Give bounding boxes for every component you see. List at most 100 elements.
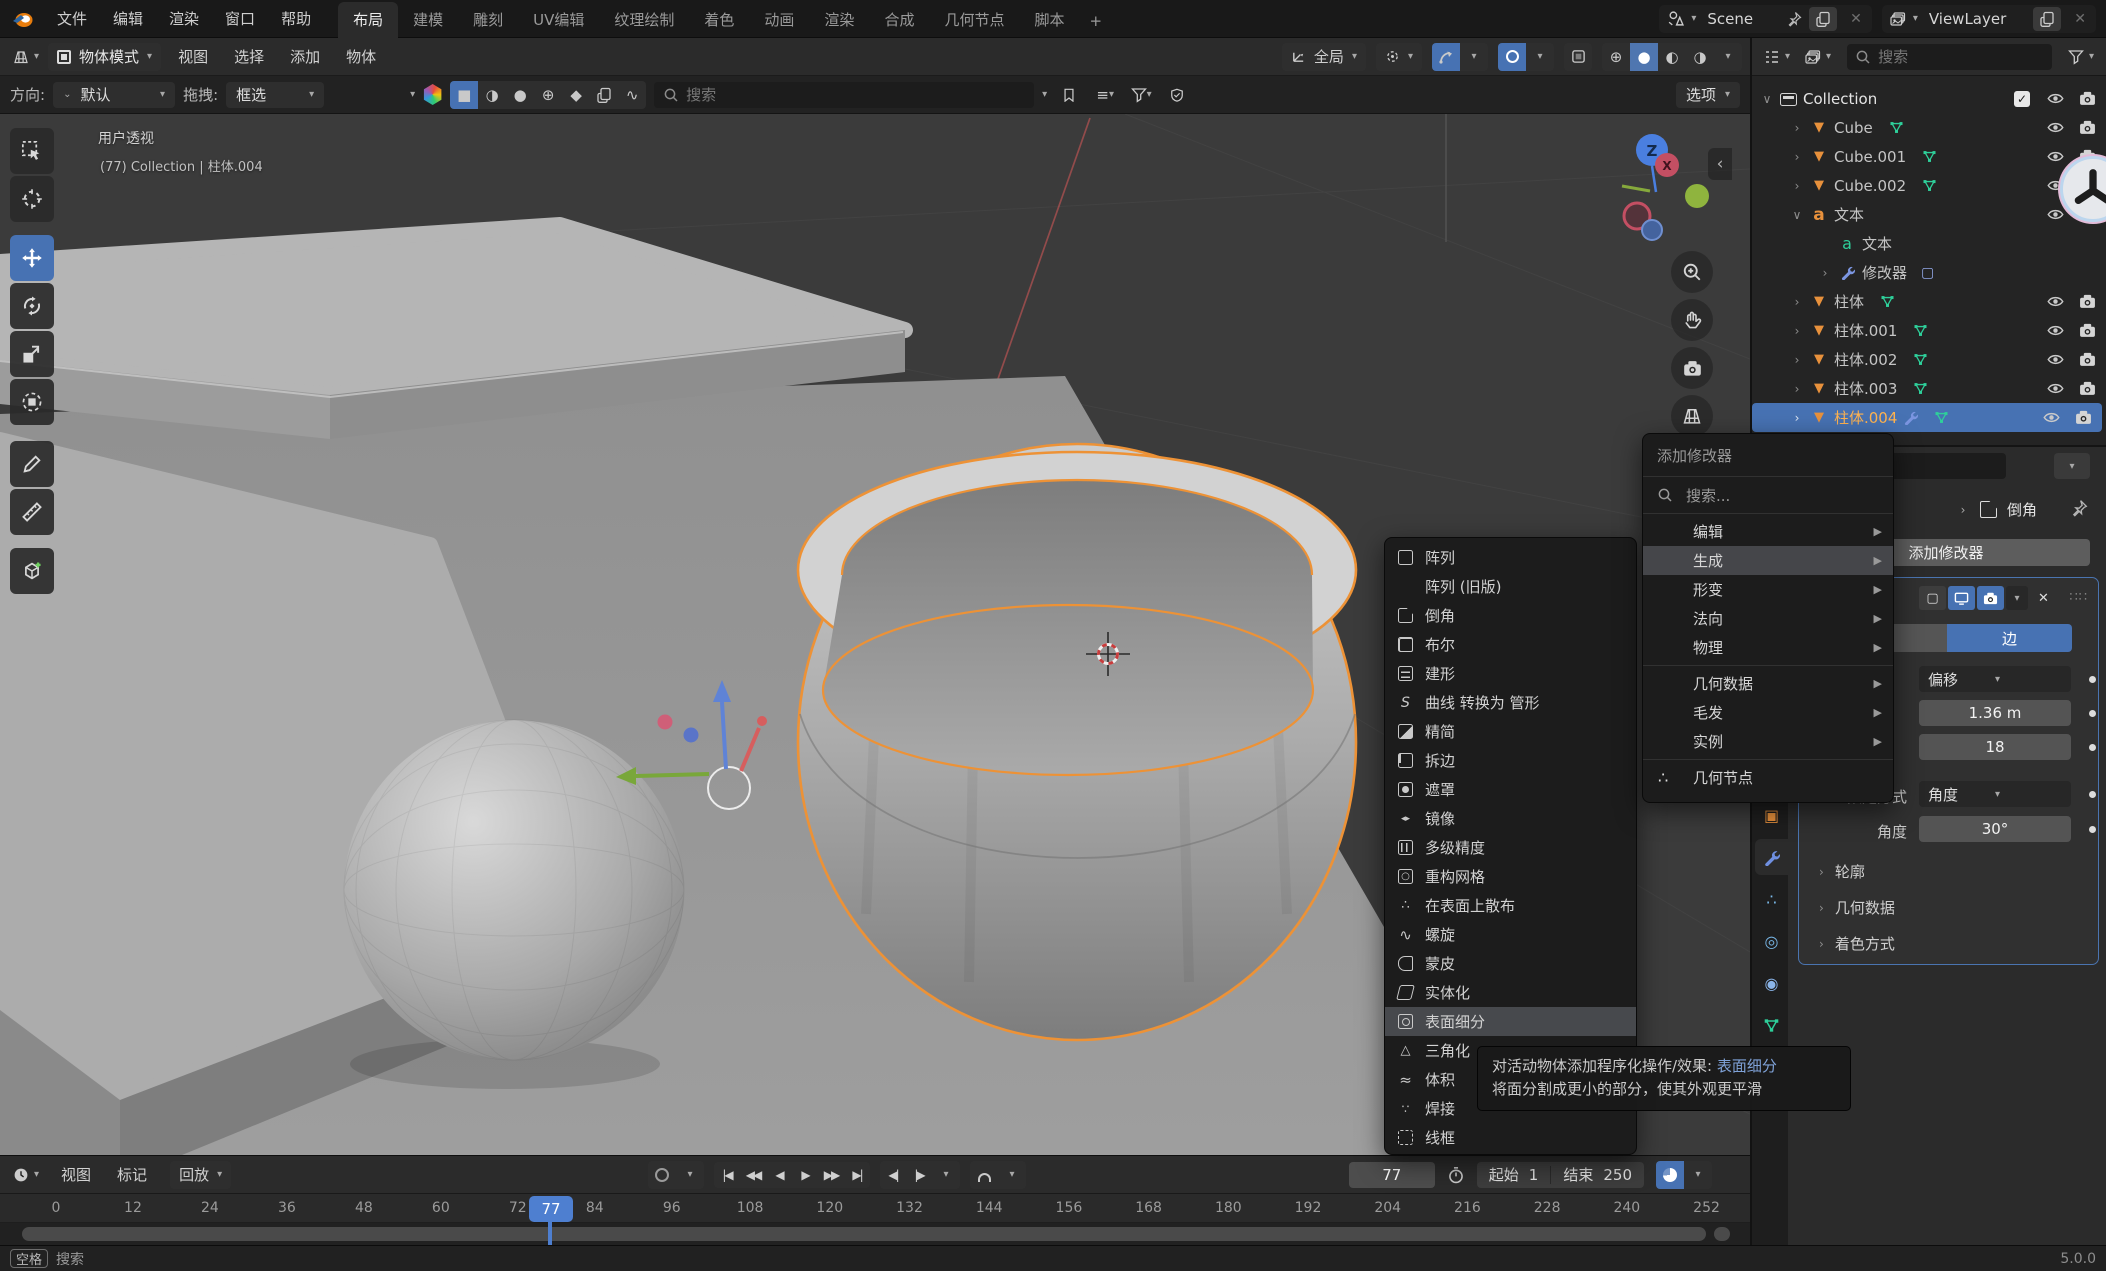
topbar-menu-item[interactable]: 窗口 bbox=[212, 4, 268, 33]
modifier-menu-item[interactable]: 表面细分 bbox=[1385, 1007, 1636, 1036]
outliner-row[interactable]: ∨ 文本 ▢ ✓ bbox=[1752, 200, 2106, 229]
collapsed-section-row[interactable]: › 几何数据 bbox=[1819, 897, 1895, 918]
toolbar-search[interactable] bbox=[654, 82, 1034, 108]
animate-dot[interactable] bbox=[2089, 744, 2096, 751]
stopwatch-icon[interactable] bbox=[1447, 1166, 1465, 1184]
modifier-menu-item[interactable]: 倒角 bbox=[1385, 601, 1636, 630]
toolbar-search-input[interactable] bbox=[686, 86, 1025, 104]
outliner-row[interactable]: › Cube ▢ ✓ bbox=[1752, 113, 2106, 142]
modifier-menu-item[interactable]: 实体化 bbox=[1385, 978, 1636, 1007]
timeline-ruler[interactable]: 0122436486072849610812013214415616818019… bbox=[0, 1194, 1750, 1223]
transform-orientation-selector[interactable]: 全局 ▾ bbox=[1282, 43, 1366, 71]
hide-eye-icon[interactable] bbox=[2047, 322, 2064, 339]
close-icon[interactable]: ✕ bbox=[2068, 11, 2092, 27]
render-camera-icon[interactable] bbox=[2079, 322, 2096, 339]
modifier-category-item[interactable]: 形变 ▶ bbox=[1643, 575, 1893, 604]
jump-to-start-button[interactable]: |◀ bbox=[714, 1162, 740, 1188]
collapsed-section-row[interactable]: › 轮廓 bbox=[1819, 861, 1865, 882]
modifier-menu-item[interactable]: 建形 bbox=[1385, 659, 1636, 688]
modifier-menu-item[interactable]: 多级精度 bbox=[1385, 833, 1636, 862]
outliner-display-mode-button[interactable]: ▾ bbox=[1759, 43, 1795, 71]
animate-dot[interactable] bbox=[2089, 710, 2096, 717]
world-globe-icon[interactable]: ⊕ bbox=[534, 81, 562, 109]
animate-dot[interactable] bbox=[2089, 826, 2096, 833]
outliner-search-input[interactable] bbox=[1878, 48, 2044, 66]
modifier-menu-item[interactable]: 螺旋 bbox=[1385, 920, 1636, 949]
snap-toggle[interactable] bbox=[1432, 43, 1460, 71]
workspace-tab[interactable]: 渲染 bbox=[809, 2, 869, 38]
axis-z-label[interactable]: Z bbox=[1647, 142, 1658, 160]
hide-eye-icon[interactable] bbox=[2047, 206, 2064, 223]
expand-toggle-icon[interactable]: › bbox=[1819, 865, 1824, 879]
expand-toggle-icon[interactable]: › bbox=[1790, 382, 1804, 396]
topbar-menu-item[interactable]: 文件 bbox=[44, 4, 100, 33]
axis-y-ball[interactable] bbox=[1685, 184, 1709, 208]
shading-sphere-icon[interactable]: ◑ bbox=[478, 81, 506, 109]
scene-selector[interactable]: ▾ Scene ✕ bbox=[1659, 5, 1872, 33]
mode-selector[interactable]: 物体模式 ▾ bbox=[48, 43, 161, 71]
modifier-category-item[interactable]: 生成 ▶ bbox=[1643, 546, 1893, 575]
tool-rotate[interactable] bbox=[10, 283, 54, 329]
modifier-menu-item[interactable]: 精简 bbox=[1385, 717, 1636, 746]
timeline-editor-type-button[interactable]: ▾ bbox=[8, 1161, 44, 1189]
render-camera-icon[interactable] bbox=[2075, 409, 2092, 426]
xray-toggle[interactable] bbox=[1564, 43, 1592, 71]
workspace-tab[interactable]: 建模 bbox=[398, 2, 458, 38]
axis-negz-ball[interactable] bbox=[1642, 220, 1662, 240]
edit-mode-display-toggle[interactable]: ▢ bbox=[1919, 586, 1946, 610]
workspace-tab[interactable]: 几何节点 bbox=[929, 2, 1019, 38]
bevel-segments-field[interactable]: 18 bbox=[1919, 734, 2071, 760]
outliner-row[interactable]: › 柱体 ▢ ✓ bbox=[1752, 287, 2106, 316]
hide-eye-icon[interactable] bbox=[2047, 380, 2064, 397]
timeline-menu-item[interactable]: 标记 bbox=[104, 1160, 160, 1189]
end-frame-field[interactable]: 结束 250 bbox=[1551, 1164, 1644, 1185]
render-camera-icon[interactable] bbox=[2079, 380, 2096, 397]
auto-keying-record-button[interactable] bbox=[648, 1161, 676, 1189]
tab-constraint-properties[interactable]: ◉ bbox=[1755, 965, 1788, 1001]
options-dropdown[interactable]: 选项 ▾ bbox=[1676, 82, 1740, 108]
topbar-menu-item[interactable]: 编辑 bbox=[100, 4, 156, 33]
outliner-row[interactable]: › 修改器 ▢ ✓ bbox=[1752, 258, 2106, 287]
animate-dot[interactable] bbox=[2089, 791, 2096, 798]
step-forward-button[interactable]: |▶ bbox=[906, 1162, 932, 1188]
topbar-menu-item[interactable]: 渲染 bbox=[156, 4, 212, 33]
keying-icon[interactable] bbox=[970, 1161, 998, 1189]
expand-toggle-icon[interactable]: › bbox=[1790, 411, 1804, 425]
expand-toggle-icon[interactable]: › bbox=[1790, 179, 1804, 193]
expand-toggle-icon[interactable]: › bbox=[1790, 121, 1804, 135]
play-button[interactable]: ▶ bbox=[792, 1162, 818, 1188]
hide-eye-icon[interactable] bbox=[2047, 90, 2064, 107]
outliner-filter-display-button[interactable]: ▾ bbox=[1800, 43, 1836, 71]
viewport-menu-item[interactable]: 视图 bbox=[165, 42, 221, 71]
pin-id-icon[interactable] bbox=[2070, 499, 2088, 517]
tab-physics-properties[interactable]: ◎ bbox=[1755, 923, 1788, 959]
collections-list-icon[interactable]: ≡▾ bbox=[1091, 81, 1119, 109]
current-frame-field[interactable]: 77 bbox=[1349, 1162, 1435, 1188]
tab-particle-properties[interactable]: ∴ bbox=[1755, 881, 1788, 917]
keying-set-dropdown[interactable]: ▾ bbox=[676, 1161, 704, 1189]
render-camera-icon[interactable] bbox=[2079, 119, 2096, 136]
snap-options-dropdown[interactable]: ▾ bbox=[1460, 43, 1488, 71]
render-display-toggle[interactable] bbox=[1977, 586, 2004, 610]
outliner-row[interactable]: › 柱体.001 ▢ ✓ bbox=[1752, 316, 2106, 345]
tool-measure[interactable] bbox=[10, 489, 54, 535]
orientation-default-dropdown[interactable]: ⌄ 默认 ▾ bbox=[53, 82, 175, 108]
workspace-tab[interactable]: 动画 bbox=[749, 2, 809, 38]
workspace-tab[interactable]: 纹理绘制 bbox=[599, 2, 689, 38]
duplicate-icon[interactable] bbox=[590, 81, 618, 109]
camera-view-button[interactable] bbox=[1671, 347, 1713, 389]
pin-icon[interactable] bbox=[1786, 11, 1802, 27]
modifier-menu-item[interactable]: 布尔 bbox=[1385, 630, 1636, 659]
delete-modifier-button[interactable]: ✕ bbox=[2030, 586, 2057, 610]
shading-rendered-button[interactable]: ◑ bbox=[1686, 43, 1714, 71]
outliner-row[interactable]: 文本 ▢ ✓ bbox=[1752, 229, 2106, 258]
select-object-filter-icon[interactable]: ■ bbox=[450, 81, 478, 109]
drag-handle-icon[interactable]: ∷∷ bbox=[2069, 590, 2088, 605]
limit-method-dropdown[interactable]: 角度 ▾ bbox=[1919, 781, 2071, 807]
hide-eye-icon[interactable] bbox=[2043, 409, 2060, 426]
close-icon[interactable]: ✕ bbox=[1844, 11, 1868, 27]
width-type-dropdown[interactable]: 偏移 ▾ bbox=[1919, 666, 2071, 692]
outliner-row[interactable]: › 柱体.004 ▢ ✓ bbox=[1752, 403, 2102, 432]
viewlayer-selector[interactable]: ▾ ViewLayer ✕ bbox=[1882, 5, 2096, 33]
current-frame-playhead[interactable]: 77 bbox=[529, 1196, 573, 1222]
